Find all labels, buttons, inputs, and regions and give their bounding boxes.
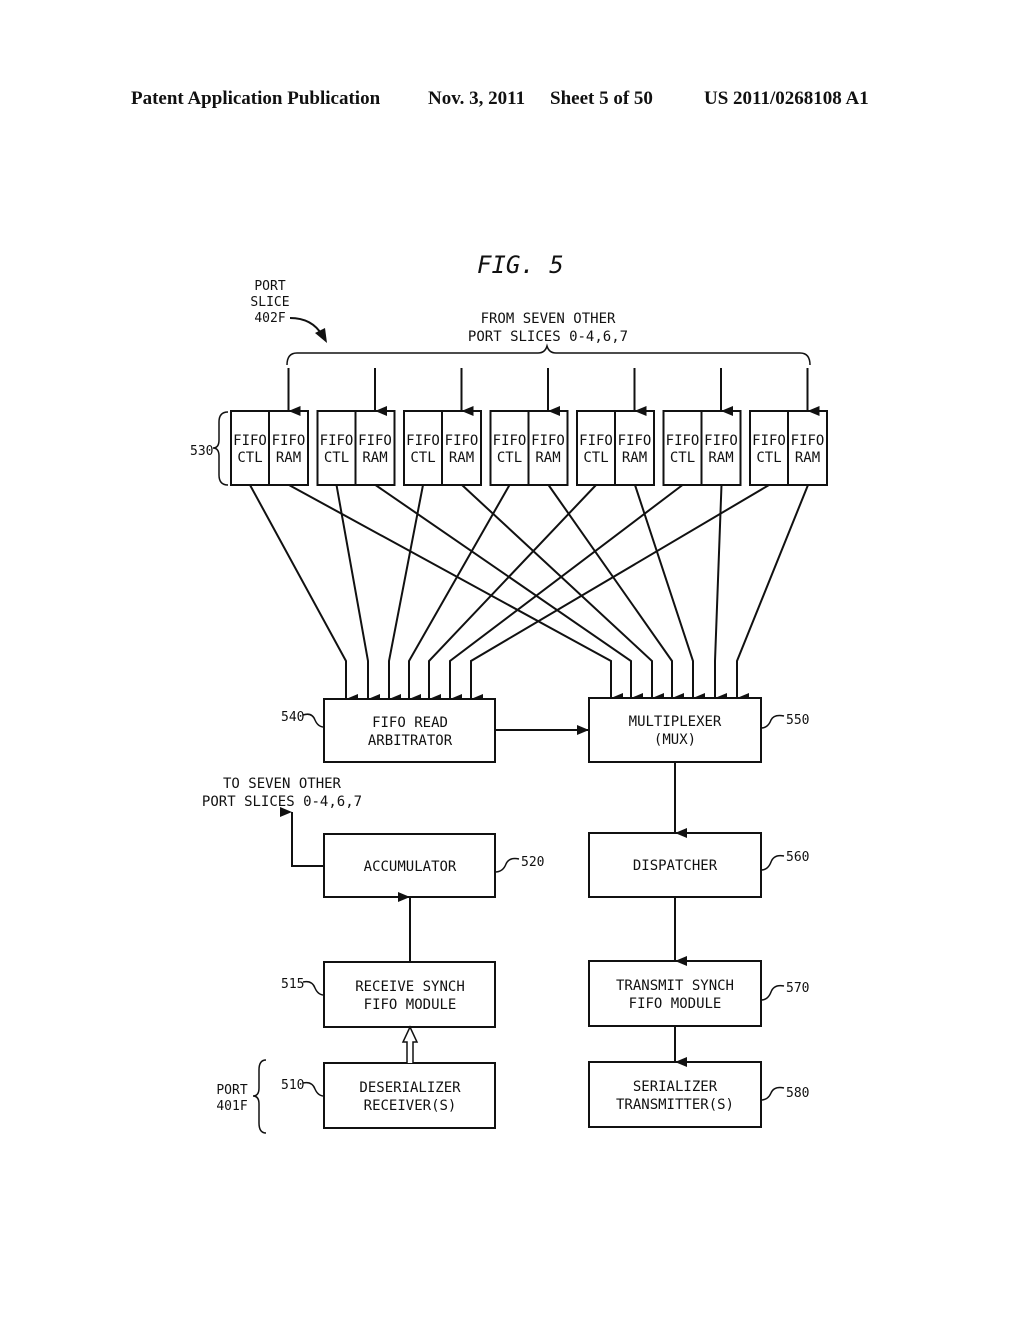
mux-ref: 550: [786, 713, 809, 728]
dispatcher-ref: 560: [786, 850, 809, 865]
fifo-ram-label-line1: FIFO: [445, 433, 479, 449]
rx-synch-line1: RECEIVE SYNCH: [355, 979, 465, 995]
port-slice-label: PORT SLICE 402F: [250, 279, 289, 326]
fifo-ram-label-line2: RAM: [795, 450, 820, 466]
fifo-ram-label-line2: RAM: [449, 450, 474, 466]
arbitrator-block: FIFO READ ARBITRATOR 540: [281, 698, 496, 763]
arbitrator-ref: 540: [281, 710, 304, 725]
accumulator-output-arrow: [280, 807, 324, 867]
fifo-ctl-label-line2: CTL: [410, 450, 435, 466]
deserializer-line2: RECEIVER(S): [364, 1098, 457, 1114]
ram-to-mux-line: [736, 484, 809, 703]
tx-synch-ref: 570: [786, 981, 809, 996]
fifo-pair: FIFOCTLFIFORAM: [662, 410, 742, 486]
fifo-pair: FIFOCTLFIFORAM: [316, 410, 396, 486]
fifo-ctl-label-line1: FIFO: [493, 433, 527, 449]
fifo-pair: FIFOCTLFIFORAM: [489, 410, 569, 486]
port-slice-line3: 402F: [254, 311, 285, 326]
tx-synch-block: TRANSMIT SYNCH FIFO MODULE 570: [588, 960, 809, 1027]
fifo-ram-label-line2: RAM: [535, 450, 560, 466]
from-brace: [286, 343, 811, 366]
serializer-line2: TRANSMITTER(S): [616, 1097, 734, 1113]
fifo-ctl-label-line2: CTL: [324, 450, 349, 466]
fifo-ctl-label-line1: FIFO: [752, 433, 786, 449]
fifo-ram-label-line1: FIFO: [358, 433, 392, 449]
fifo-pair: FIFOCTLFIFORAM: [403, 410, 482, 486]
fifo-ctl-label-line2: CTL: [670, 450, 695, 466]
tx-synch-line2: FIFO MODULE: [629, 996, 722, 1012]
fifo-ram-label-line2: RAM: [276, 450, 301, 466]
port-label-line2: 401F: [216, 1099, 247, 1114]
fifo-pair: FIFOCTLFIFORAM: [576, 410, 655, 486]
deserializer-line1: DESERIALIZER: [359, 1080, 461, 1096]
fifo-ctl-label-line2: CTL: [497, 450, 522, 466]
ram-to-mux-line: [374, 484, 643, 703]
deserializer-block: DESERIALIZER RECEIVER(S) 510: [281, 1062, 496, 1129]
port-brace: [252, 1059, 267, 1134]
dispatcher-block: DISPATCHER 560: [588, 832, 809, 898]
arbitrator-line1: FIFO READ: [372, 715, 448, 731]
fifo-ctl-label-line2: CTL: [237, 450, 262, 466]
dispatcher-line1: DISPATCHER: [633, 858, 718, 874]
tx-synch-line1: TRANSMIT SYNCH: [616, 978, 734, 994]
port-slice-line2: SLICE: [250, 295, 289, 310]
fifo-pair: FIFOCTLFIFORAM: [230, 410, 309, 486]
figure-title: FIG. 5: [477, 251, 564, 279]
fifo-ram-label-line1: FIFO: [618, 433, 652, 449]
fifo-ram-label-line1: FIFO: [791, 433, 825, 449]
mux-line2: (MUX): [654, 732, 696, 748]
accumulator-block: ACCUMULATOR 520: [323, 833, 544, 898]
fifo-ram-label-line2: RAM: [622, 450, 647, 466]
rx-synch-block: RECEIVE SYNCH FIFO MODULE 515: [281, 961, 496, 1028]
from-label-line2: PORT SLICES 0-4,6,7: [468, 329, 628, 345]
fifo-ctl-label-line1: FIFO: [579, 433, 613, 449]
rx-synch-ref: 515: [281, 977, 304, 992]
port-slice-line1: PORT: [254, 279, 285, 294]
serializer-line1: SERIALIZER: [633, 1079, 718, 1095]
arbitrator-line2: ARBITRATOR: [368, 733, 453, 749]
fifo-ctl-label-line1: FIFO: [666, 433, 700, 449]
to-label-line2: PORT SLICES 0-4,6,7: [202, 794, 362, 810]
port-slice-pointer-head: [315, 328, 327, 343]
rx-synch-line2: FIFO MODULE: [364, 997, 457, 1013]
fifo-pair: FIFOCTLFIFORAM: [749, 410, 828, 486]
from-label-line1: FROM SEVEN OTHER: [481, 311, 616, 327]
fig5-diagram: FIG. 5 PORT SLICE 402F FROM SEVEN OTHER …: [190, 251, 828, 1134]
ctl-to-arbitrator-line: [335, 484, 380, 704]
fifo-ram-label-line1: FIFO: [531, 433, 565, 449]
accumulator-ref: 520: [521, 855, 544, 870]
fifo-ram-label-line1: FIFO: [704, 433, 738, 449]
mux-line1: MULTIPLEXER: [629, 714, 722, 730]
ctl-to-arbitrator-line: [388, 484, 424, 704]
serializer-ref: 580: [786, 1086, 809, 1101]
fifo-ctl-label-line2: CTL: [756, 450, 781, 466]
fifo-group-brace: [212, 411, 229, 486]
fifo-ram-label-line2: RAM: [362, 450, 387, 466]
to-label-line1: TO SEVEN OTHER: [223, 776, 342, 792]
ctl-to-arbitrator-line: [249, 484, 358, 704]
ctl-to-arbitrator-line: [470, 484, 770, 704]
mux-block: MULTIPLEXER (MUX) 550: [588, 697, 809, 763]
fifo-ram-label-line2: RAM: [708, 450, 733, 466]
deserializer-to-rx-synch-arrow: [401, 1025, 419, 1063]
port-label-line1: PORT: [216, 1083, 247, 1098]
fifo-ctl-label-line1: FIFO: [233, 433, 267, 449]
fifo-ctl-label-line1: FIFO: [320, 433, 354, 449]
serializer-block: SERIALIZER TRANSMITTER(S) 580: [588, 1061, 809, 1128]
ram-to-mux-line: [634, 484, 705, 703]
fifo-ram-label-line1: FIFO: [272, 433, 306, 449]
fifo-ctl-label-line1: FIFO: [406, 433, 440, 449]
fifo-group-ref: 530: [190, 444, 213, 459]
fifo-ctl-label-line2: CTL: [583, 450, 608, 466]
accumulator-line1: ACCUMULATOR: [364, 859, 457, 875]
deserializer-ref: 510: [281, 1078, 304, 1093]
